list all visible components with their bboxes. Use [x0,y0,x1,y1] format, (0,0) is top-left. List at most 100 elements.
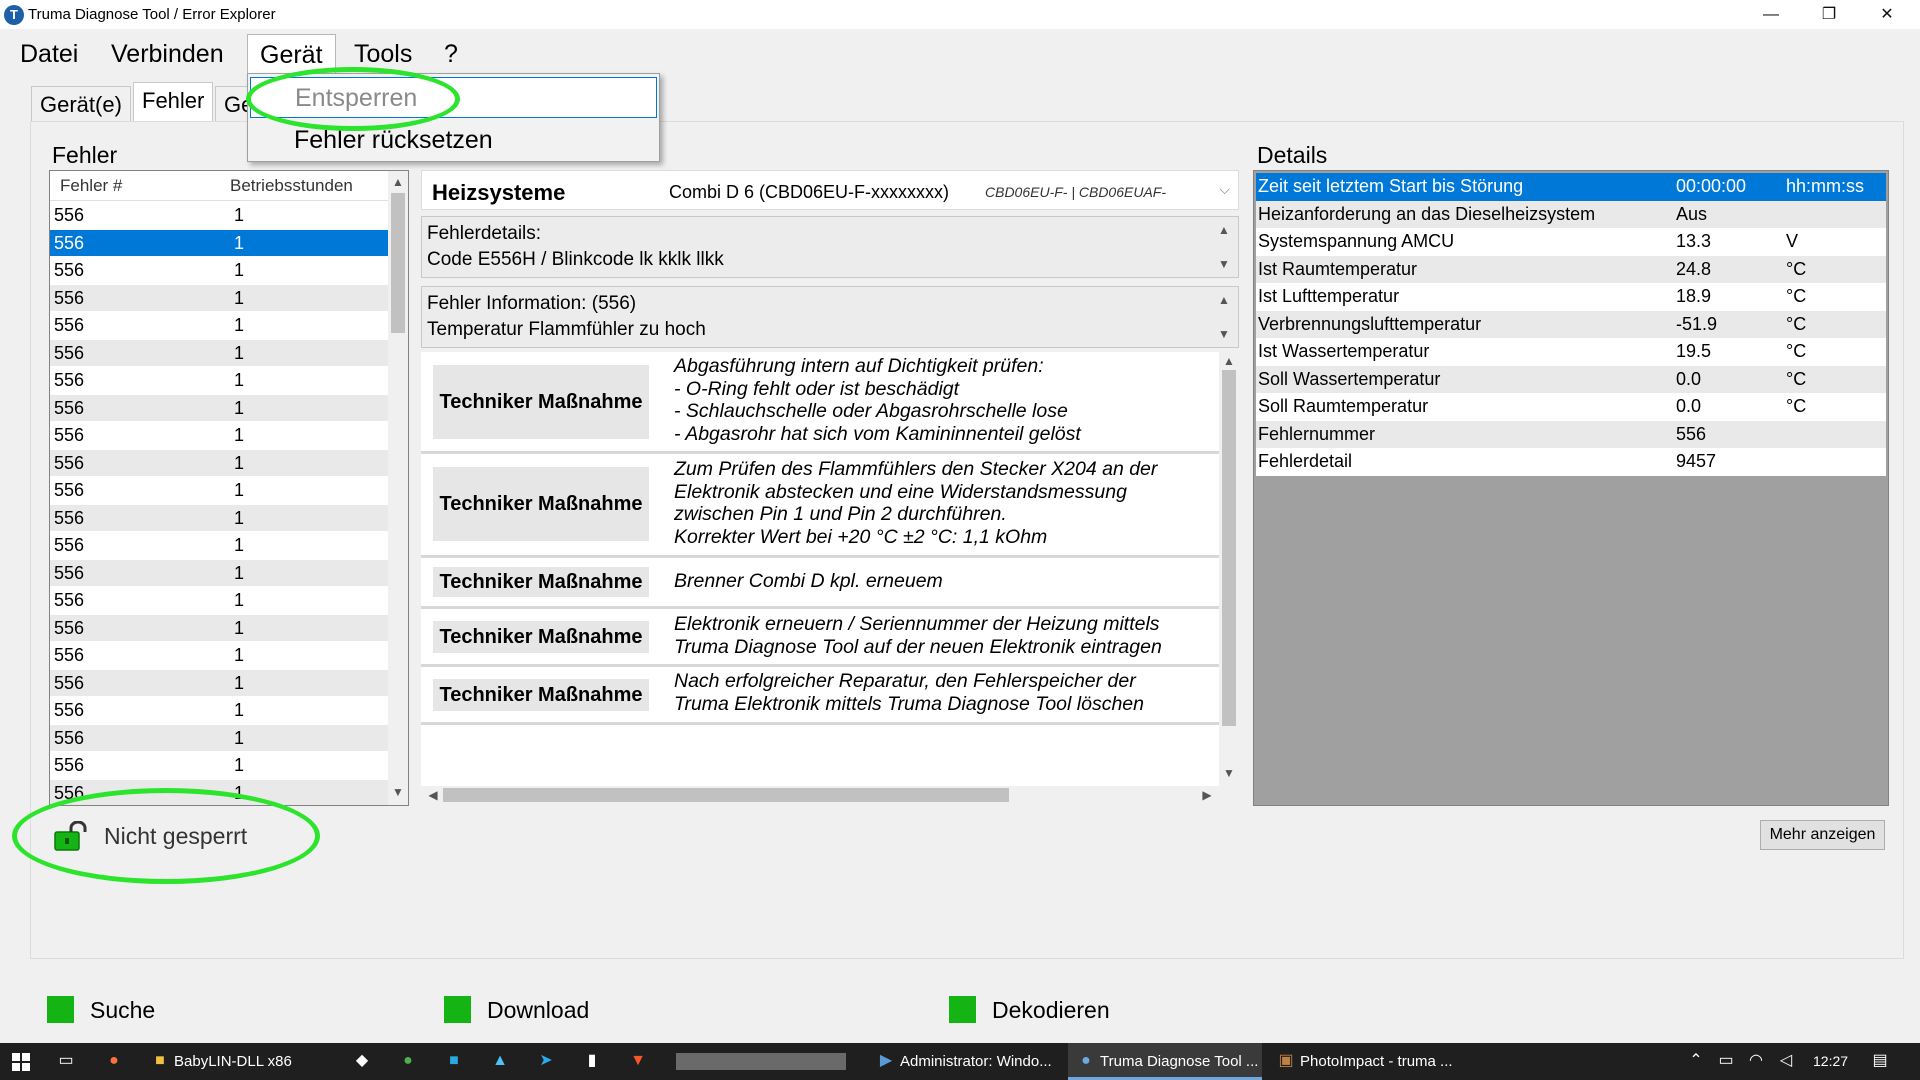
table-row[interactable]: 556 1 [50,394,388,422]
table-row[interactable]: 556 1 [50,752,388,780]
scroll-up-arrow-icon[interactable]: ▲ [1214,293,1234,307]
file-icon[interactable]: ▮ [582,1051,602,1071]
fehler-nr-cell: 556 [54,452,85,473]
telegram-icon[interactable]: ➤ [536,1051,556,1071]
taskbar-item-babylin[interactable]: ■ BabyLIN-DLL x86 [142,1043,335,1080]
table-row[interactable]: 556 1 [50,202,388,230]
techniker-massnahme-button[interactable]: Techniker Maßnahme [433,621,649,653]
brave-icon[interactable]: ▼ [628,1051,648,1071]
table-row[interactable]: 556 1 [50,339,388,367]
tab-fehler[interactable]: Fehler [133,82,214,122]
details-unit-cell: hh:mm:ss [1786,176,1865,196]
table-row[interactable]: 556 1 [50,367,388,395]
details-row[interactable]: Fehlernummer 556 [1256,420,1886,448]
scrollbar-thumb[interactable] [443,788,1009,802]
scrollbar-thumb[interactable] [1222,370,1236,726]
minimize-button[interactable]: — [1742,0,1800,29]
scroll-down-arrow-icon[interactable]: ▼ [1214,257,1234,271]
app-icon[interactable]: ■ [444,1051,464,1071]
windows-start-icon[interactable] [12,1053,30,1071]
table-row[interactable]: 556 1 [50,284,388,312]
table-row[interactable]: 556 1 [50,614,388,642]
taskbar-item-powershell[interactable]: ▶ Administrator: Windo... [868,1043,1064,1080]
table-row[interactable]: 556 1 [50,669,388,697]
scroll-left-arrow-icon[interactable]: ◀ [423,788,443,802]
close-button[interactable]: ✕ [1858,0,1916,29]
scroll-up-arrow-icon[interactable]: ▲ [1219,354,1239,368]
details-row[interactable]: Verbrennungslufttemperatur -51.9 °C [1256,310,1886,338]
fehler-list-scrollbar[interactable]: ▲ ▼ [388,171,408,805]
fehler-list[interactable]: Fehler # Betriebsstunden 556 1 556 1 556 1 556… [49,170,409,806]
details-name-cell: Zeit seit letztem Start bis Störung [1258,176,1524,196]
details-value-cell: 0.0 [1676,368,1702,389]
taskbar-item-blurred[interactable] [668,1043,858,1080]
scroll-up-arrow-icon[interactable]: ▲ [1214,223,1234,237]
annotation-ring [246,67,460,131]
volume-icon[interactable]: ◁ [1776,1051,1796,1071]
column-header-fehler-nr[interactable]: Fehler # [60,176,122,196]
mehr-anzeigen-button[interactable]: Mehr anzeigen [1760,820,1885,850]
scroll-down-arrow-icon[interactable]: ▼ [1214,327,1234,341]
scroll-up-arrow-icon[interactable]: ▲ [388,175,408,189]
table-row[interactable]: 556 1 [50,559,388,587]
firefox-icon[interactable]: ● [104,1051,124,1071]
table-row[interactable]: 556 1 [50,422,388,450]
scroll-right-arrow-icon[interactable]: ▶ [1197,788,1217,802]
scrollbar-thumb[interactable] [391,193,405,333]
app-icon[interactable]: ◆ [352,1051,372,1071]
techniker-massnahme-button[interactable]: Techniker Maßnahme [433,567,649,597]
table-row[interactable]: 556 1 [50,587,388,615]
details-row[interactable]: Ist Lufttemperatur 18.9 °C [1256,283,1886,311]
fehler-nr-cell: 556 [54,645,85,665]
details-row[interactable]: Zeit seit letztem Start bis Störung 00:00… [1256,173,1886,201]
column-header-betriebsstunden[interactable]: Betriebsstunden [230,176,353,196]
details-unit-cell: °C [1786,313,1807,334]
taskbar-item-photoimpact[interactable]: ▣ PhotoImpact - truma ... [1268,1043,1462,1080]
table-row[interactable]: 556 1 [50,229,388,257]
betriebsstunden-cell: 1 [234,480,245,500]
chevron-up-icon[interactable]: ⌃ [1686,1051,1706,1071]
techniker-massnahme-button[interactable]: Techniker Maßnahme [433,365,649,439]
heizsysteme-selector[interactable]: Heizsysteme Combi D 6 (CBD06EU-F-xxxxxxx… [421,170,1239,210]
betriebsstunden-cell: 1 [234,260,245,280]
details-row[interactable]: Ist Raumtemperatur 24.8 °C [1256,255,1886,283]
chrome-icon[interactable]: ● [398,1051,418,1071]
task-view-icon[interactable]: ▭ [56,1051,76,1071]
table-row[interactable]: 556 1 [50,642,388,670]
measures-scrollbar[interactable]: ▲ ▼ [1219,352,1239,786]
betriebsstunden-cell: 1 [234,205,245,225]
chevron-down-icon[interactable]: ⌵ [1219,181,1230,198]
techniker-massnahme-button[interactable]: Techniker Maßnahme [433,467,649,541]
table-row[interactable]: 556 1 [50,449,388,477]
menu-help[interactable]: ? [432,34,470,74]
details-row[interactable]: Systemspannung AMCU 13.3 V [1256,228,1886,256]
menu-datei[interactable]: Datei [8,34,90,74]
table-row[interactable]: 556 1 [50,477,388,505]
table-row[interactable]: 556 1 [50,532,388,560]
truma-icon: ● [1081,1052,1091,1069]
details-row[interactable]: Soll Raumtemperatur 0.0 °C [1256,393,1886,421]
table-row[interactable]: 556 1 [50,504,388,532]
menu-verbinden[interactable]: Verbinden [99,34,236,74]
table-row[interactable]: 556 1 [50,697,388,725]
tab-geraete[interactable]: Gerät(e) [31,86,131,122]
notification-icon[interactable]: ▤ [1870,1051,1890,1071]
clock[interactable]: 12:27 [1813,1043,1848,1080]
details-row[interactable]: Heizanforderung an das Dieselheizsystem A… [1256,200,1886,228]
details-grid[interactable]: Zeit seit letztem Start bis Störung 00:00… [1253,170,1889,806]
battery-icon[interactable]: ▭ [1716,1051,1736,1071]
scroll-down-arrow-icon[interactable]: ▼ [388,785,408,799]
techniker-massnahme-button[interactable]: Techniker Maßnahme [433,679,649,711]
scroll-down-arrow-icon[interactable]: ▼ [1219,766,1239,780]
details-row[interactable]: Fehlerdetail 9457 [1256,448,1886,476]
table-row[interactable]: 556 1 [50,312,388,340]
wifi-icon[interactable]: ◠ [1746,1051,1766,1071]
table-row[interactable]: 556 1 [50,724,388,752]
measures-horizontal-scrollbar[interactable]: ◀ ▶ [421,786,1219,804]
details-row[interactable]: Ist Wassertemperatur 19.5 °C [1256,338,1886,366]
taskbar-item-truma[interactable]: ● Truma Diagnose Tool ... [1068,1043,1262,1080]
table-row[interactable]: 556 1 [50,257,388,285]
maximize-button[interactable]: ❐ [1800,0,1858,29]
details-row[interactable]: Soll Wassertemperatur 0.0 °C [1256,365,1886,393]
app-icon[interactable]: ▲ [490,1051,510,1071]
